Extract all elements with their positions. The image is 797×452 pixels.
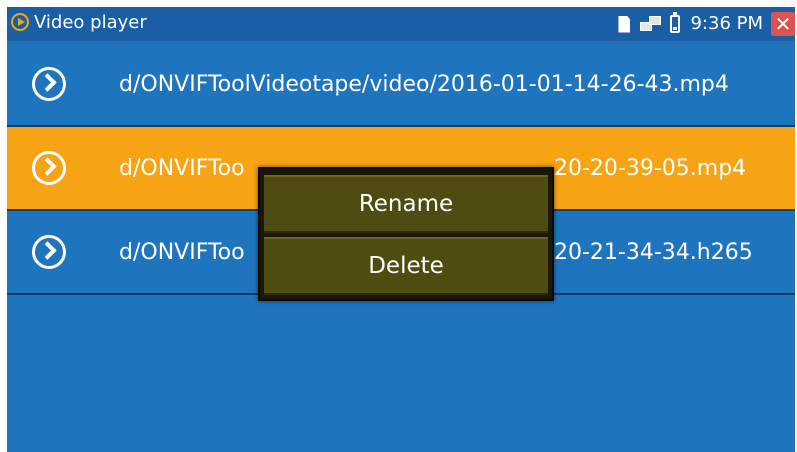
file-name-start: d/ONVIFToo: [119, 240, 245, 265]
app-title: Video player: [34, 12, 147, 33]
rename-button[interactable]: Rename: [264, 175, 548, 233]
file-name: d/ONVIFToolVideotape/video/2016-01-01-14…: [119, 72, 729, 97]
status-area: 9:36 PM ✕: [618, 7, 795, 41]
chevron-circle-icon[interactable]: [32, 151, 66, 185]
list-item[interactable]: d/ONVIFToolVideotape/video/2016-01-01-14…: [7, 43, 795, 127]
sd-card-icon: [618, 15, 631, 33]
play-circle-icon: [11, 13, 29, 31]
chevron-circle-icon[interactable]: [32, 235, 66, 269]
battery-icon: [670, 12, 681, 33]
network-icon: [640, 16, 662, 32]
close-icon[interactable]: ✕: [771, 12, 795, 36]
file-name-end: 20-20-39-05.mp4: [554, 156, 747, 181]
file-name-end: 20-21-34-34.h265: [554, 240, 753, 265]
title-bar: Video player 9:36 PM ✕: [7, 7, 795, 43]
video-player-screen: Video player 9:36 PM ✕ d/ONVIFToolVideot…: [7, 7, 795, 452]
delete-button[interactable]: Delete: [264, 237, 548, 295]
clock: 9:36 PM: [690, 13, 763, 34]
file-name-start: d/ONVIFToo: [119, 156, 245, 181]
context-menu: Rename Delete: [258, 167, 554, 301]
chevron-circle-icon[interactable]: [32, 67, 66, 101]
